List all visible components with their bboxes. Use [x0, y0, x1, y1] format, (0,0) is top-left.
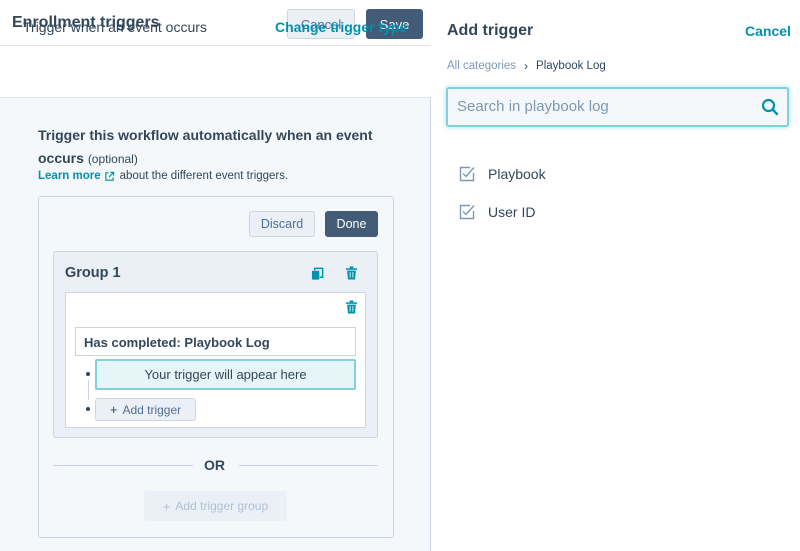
add-trigger-title: Add trigger [447, 22, 534, 39]
plus-icon: + [109, 402, 118, 417]
description-title: Trigger this workflow automatically when… [38, 124, 398, 171]
property-check-icon [459, 166, 475, 182]
discard-button[interactable]: Discard [249, 211, 315, 237]
property-label: Playbook [488, 166, 546, 182]
or-divider-right [239, 465, 378, 466]
description-line: Learn more about the different event tri… [38, 170, 288, 182]
optional-label: (optional) [87, 152, 138, 166]
trigger-placeholder: Your trigger will appear here [95, 359, 356, 390]
property-label: User ID [488, 204, 536, 220]
breadcrumb-all-categories[interactable]: All categories [447, 60, 516, 72]
plus-icon: + [162, 498, 171, 514]
bullet-dot [86, 407, 90, 411]
connector-line [88, 380, 89, 400]
external-link-icon [104, 171, 114, 181]
breadcrumb-separator: › [524, 59, 529, 73]
add-trigger-button[interactable]: + Add trigger [95, 398, 196, 421]
trigger-type-label: Trigger when an event occurs [23, 19, 207, 35]
learn-more-link[interactable]: Learn more [38, 170, 101, 182]
learn-more-suffix: about the different event triggers. [119, 170, 289, 182]
done-button[interactable]: Done [325, 211, 378, 237]
add-group-label: Add trigger group [175, 499, 269, 513]
group-title: Group 1 [65, 265, 121, 281]
change-trigger-type-link[interactable]: Change trigger type [275, 19, 407, 35]
property-check-icon [459, 204, 475, 220]
bullet-dot [86, 372, 90, 376]
delete-group-icon[interactable] [345, 266, 358, 280]
add-trigger-label: Add trigger [122, 402, 182, 417]
delete-condition-icon[interactable] [345, 300, 358, 314]
or-divider-left [53, 465, 193, 466]
clone-icon[interactable] [311, 267, 324, 281]
right-cancel-link[interactable]: Cancel [745, 23, 791, 39]
or-label: OR [204, 457, 225, 473]
breadcrumb: All categories › Playbook Log [447, 59, 606, 73]
search-icon[interactable] [761, 98, 779, 116]
breadcrumb-current: Playbook Log [536, 60, 606, 72]
add-trigger-group-button[interactable]: + Add trigger group [144, 491, 287, 521]
property-item-playbook[interactable]: Playbook [458, 165, 546, 183]
condition-label[interactable]: Has completed: Playbook Log [75, 327, 356, 356]
property-item-user-id[interactable]: User ID [458, 203, 535, 221]
trigger-type-row [0, 46, 431, 98]
search-box [446, 87, 789, 127]
search-input[interactable] [457, 98, 747, 115]
